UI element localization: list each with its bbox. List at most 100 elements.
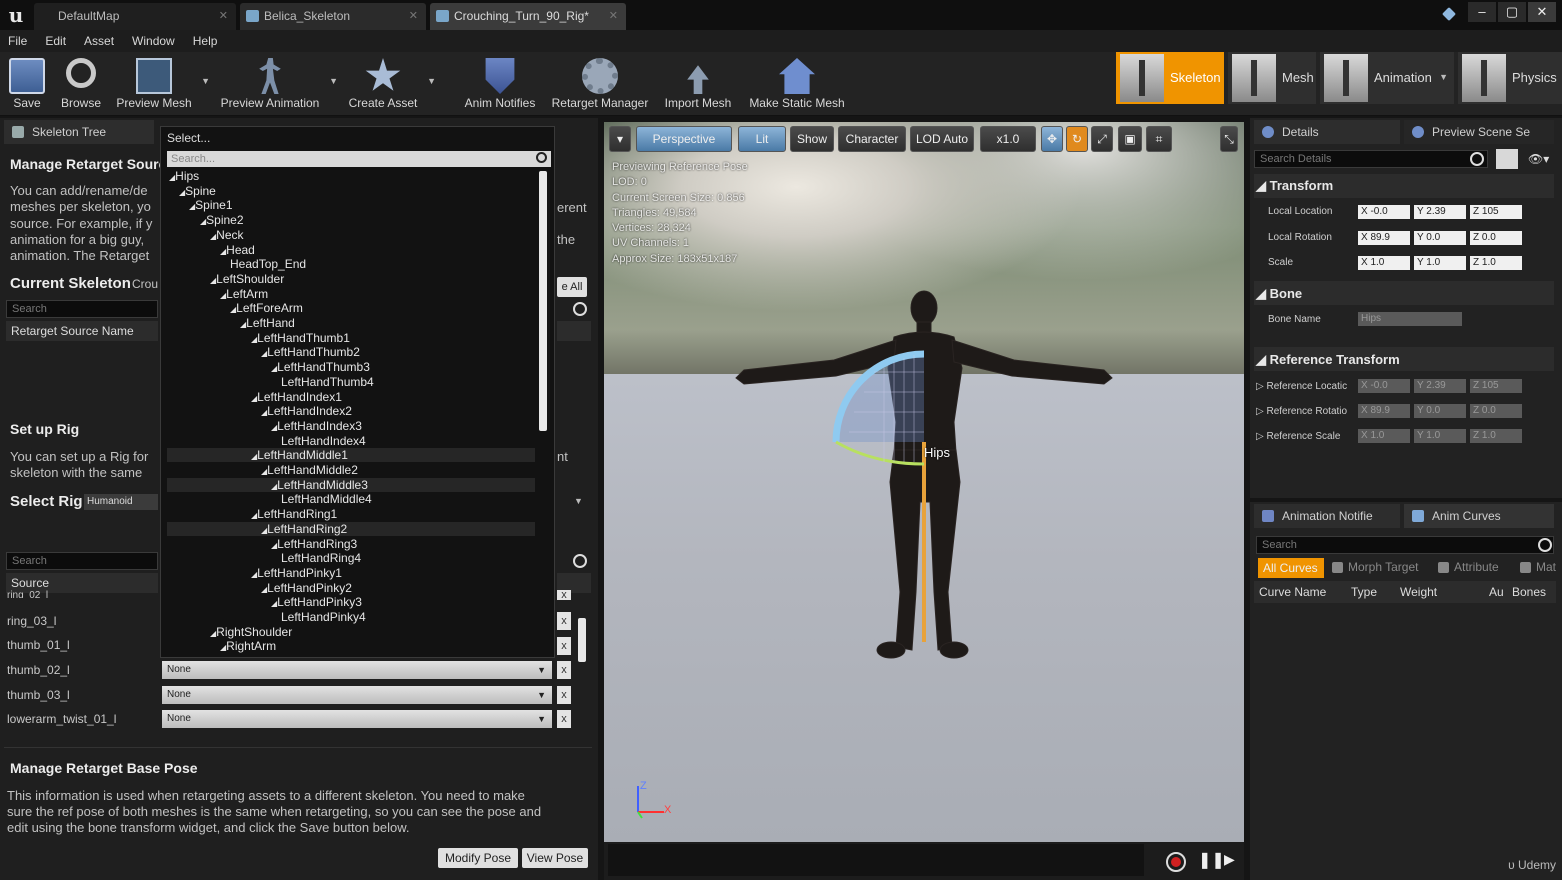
tab-details[interactable]: Details bbox=[1254, 120, 1400, 144]
mode-animation-tab[interactable]: Animation ▼ bbox=[1320, 52, 1454, 104]
clear-button[interactable]: x bbox=[557, 710, 571, 728]
bone-tree-item[interactable]: LeftHandRing4 bbox=[281, 551, 361, 565]
location-x-field[interactable]: X -0.0 bbox=[1358, 205, 1410, 219]
retarget-manager-button[interactable]: Retarget Manager bbox=[548, 56, 652, 112]
close-tab-icon[interactable]: ✕ bbox=[609, 3, 618, 30]
reference-row-label[interactable]: ▷ Reference Rotatio bbox=[1256, 406, 1347, 417]
favorite-icon[interactable] bbox=[1442, 7, 1456, 21]
bone-tree-item[interactable]: ◢RightShoulder bbox=[210, 625, 292, 639]
bone-tree-item[interactable]: ◢LeftHand bbox=[240, 316, 295, 330]
bone-tree-item[interactable]: ◢LeftHandIndex1 bbox=[251, 390, 342, 404]
bone-select-dropdown[interactable]: None ▼ bbox=[162, 710, 552, 728]
save-all-button[interactable]: e All bbox=[557, 277, 587, 297]
select-rig-dropdown[interactable]: Humanoid bbox=[84, 494, 158, 510]
bone-tree-item[interactable]: LeftHandThumb4 bbox=[281, 375, 374, 389]
close-tab-icon[interactable]: ✕ bbox=[219, 3, 228, 30]
bone-tree-item[interactable]: ◢LeftHandMiddle1 bbox=[251, 448, 348, 462]
bone-tree-item[interactable]: ◢LeftHandPinky2 bbox=[261, 581, 352, 595]
character-button[interactable]: Character bbox=[838, 126, 906, 152]
bone-tree-item[interactable]: ◢Spine bbox=[179, 184, 216, 198]
scale-x-field[interactable]: X 1.0 bbox=[1358, 256, 1410, 270]
menu-window[interactable]: Window bbox=[132, 34, 175, 48]
bone-tree-item[interactable]: ◢LeftHandPinky3 bbox=[271, 595, 362, 609]
bone-tree-item[interactable]: ◢LeftForeArm bbox=[230, 301, 303, 315]
viewport-options-button[interactable]: ▾ bbox=[609, 126, 631, 152]
browse-button[interactable]: Browse bbox=[56, 56, 106, 112]
maximize-button[interactable]: ▢ bbox=[1498, 2, 1526, 22]
bone-tree-item[interactable]: HeadTop_End bbox=[230, 257, 306, 271]
chevron-down-icon[interactable]: ▼ bbox=[329, 76, 338, 86]
minimize-button[interactable]: – bbox=[1468, 2, 1496, 22]
scale-y-field[interactable]: Y 1.0 bbox=[1414, 256, 1466, 270]
source-search-input[interactable]: Search bbox=[6, 300, 158, 318]
make-static-mesh-button[interactable]: Make Static Mesh bbox=[744, 56, 850, 112]
bone-tree-item[interactable]: LeftHandMiddle4 bbox=[281, 492, 372, 506]
menu-help[interactable]: Help bbox=[193, 34, 218, 48]
doc-tab-defaultmap[interactable]: DefaultMap ✕ bbox=[34, 3, 236, 30]
close-tab-icon[interactable]: ✕ bbox=[409, 3, 418, 30]
create-asset-button[interactable]: Create Asset ▼ bbox=[344, 56, 436, 112]
reference-row-label[interactable]: ▷ Reference Locatic bbox=[1256, 381, 1347, 392]
scale-z-field[interactable]: Z 1.0 bbox=[1470, 256, 1522, 270]
rotate-icon[interactable]: ↻ bbox=[1066, 126, 1088, 152]
bone-tree-item[interactable]: ◢Spine1 bbox=[189, 198, 233, 212]
save-button[interactable]: Save bbox=[4, 56, 50, 112]
bone-tree-item[interactable]: ◢LeftHandMiddle3 bbox=[271, 478, 368, 492]
column-curve-name[interactable]: Curve Name bbox=[1259, 585, 1326, 599]
column-weight[interactable]: Weight bbox=[1400, 585, 1437, 599]
grid-snap-icon[interactable]: ⌗ bbox=[1146, 126, 1172, 152]
bone-tree-item[interactable]: ◢LeftHandPinky1 bbox=[251, 566, 342, 580]
step-forward-button[interactable]: ▶ bbox=[1224, 851, 1235, 868]
pause-button[interactable]: ❚❚ bbox=[1198, 850, 1225, 870]
view-pose-button[interactable]: View Pose bbox=[522, 848, 588, 868]
translate-icon[interactable]: ✥ bbox=[1041, 126, 1063, 152]
tab-animation-notifies[interactable]: Animation Notifie bbox=[1254, 504, 1400, 528]
bone-tree-item[interactable]: ◢LeftHandThumb2 bbox=[261, 345, 360, 359]
mode-mesh-tab[interactable]: Mesh bbox=[1228, 52, 1316, 104]
search-details-input[interactable]: Search Details bbox=[1254, 150, 1488, 168]
preview-mesh-button[interactable]: Preview Mesh ▼ bbox=[112, 56, 210, 112]
close-button[interactable]: ✕ bbox=[1528, 2, 1556, 22]
clear-button[interactable]: x bbox=[557, 590, 571, 601]
clear-button[interactable]: x bbox=[557, 637, 571, 655]
mode-skeleton-tab[interactable]: Skeleton bbox=[1116, 52, 1224, 104]
attribute-checkbox[interactable] bbox=[1438, 562, 1449, 573]
bone-tree-item[interactable]: ◢LeftHandIndex2 bbox=[261, 404, 352, 418]
chevron-down-icon[interactable]: ▼ bbox=[427, 76, 436, 86]
reference-row-label[interactable]: ▷ Reference Scale bbox=[1256, 431, 1340, 442]
grid-view-icon[interactable] bbox=[1496, 149, 1518, 169]
chevron-down-icon[interactable]: ▼ bbox=[201, 76, 210, 86]
bone-search-input[interactable]: Search... bbox=[167, 151, 551, 167]
bone-tree-item[interactable]: ◢LeftShoulder bbox=[210, 272, 284, 286]
rotation-y-field[interactable]: Y 0.0 bbox=[1414, 231, 1466, 245]
viewport[interactable]: Hips ▾ Perspective Lit Show Character LO… bbox=[604, 122, 1244, 842]
lod-auto-button[interactable]: LOD Auto bbox=[910, 126, 974, 152]
bone-tree-item[interactable]: ◢LeftHandThumb3 bbox=[271, 360, 370, 374]
timeline-track[interactable] bbox=[608, 844, 1144, 876]
lit-button[interactable]: Lit bbox=[738, 126, 786, 152]
bone-tree-item[interactable]: ◢LeftHandThumb1 bbox=[251, 331, 350, 345]
location-y-field[interactable]: Y 2.39 bbox=[1414, 205, 1466, 219]
bone-tree-scrollbar[interactable] bbox=[539, 171, 547, 431]
tab-preview-scene[interactable]: Preview Scene Se bbox=[1404, 120, 1554, 144]
material-checkbox[interactable] bbox=[1520, 562, 1531, 573]
perspective-button[interactable]: Perspective bbox=[636, 126, 732, 152]
bone-tree-item[interactable]: ◢LeftArm bbox=[220, 287, 268, 301]
column-auto[interactable]: Au bbox=[1489, 585, 1504, 599]
tab-anim-curves[interactable]: Anim Curves bbox=[1404, 504, 1554, 528]
clear-button[interactable]: x bbox=[557, 661, 571, 679]
bone-tree-item[interactable]: ◢LeftHandRing3 bbox=[271, 537, 357, 551]
show-button[interactable]: Show bbox=[790, 126, 834, 152]
morph-target-checkbox[interactable] bbox=[1332, 562, 1343, 573]
doc-tab-belica-skeleton[interactable]: Belica_Skeleton ✕ bbox=[240, 3, 426, 30]
clear-button[interactable]: x bbox=[557, 612, 571, 630]
bone-tree-item[interactable]: ◢LeftHandRing1 bbox=[251, 507, 337, 521]
bone-tree-item[interactable]: ◢RightArm bbox=[220, 639, 276, 653]
panel-splitter[interactable] bbox=[1250, 498, 1562, 502]
playback-speed-button[interactable]: x1.0 bbox=[980, 126, 1036, 152]
rotation-x-field[interactable]: X 89.9 bbox=[1358, 231, 1410, 245]
bone-tree-item[interactable]: LeftHandIndex4 bbox=[281, 434, 366, 448]
column-type[interactable]: Type bbox=[1351, 585, 1377, 599]
bone-select-dropdown[interactable]: None ▼ bbox=[162, 686, 552, 704]
modify-pose-button[interactable]: Modify Pose bbox=[438, 848, 518, 868]
